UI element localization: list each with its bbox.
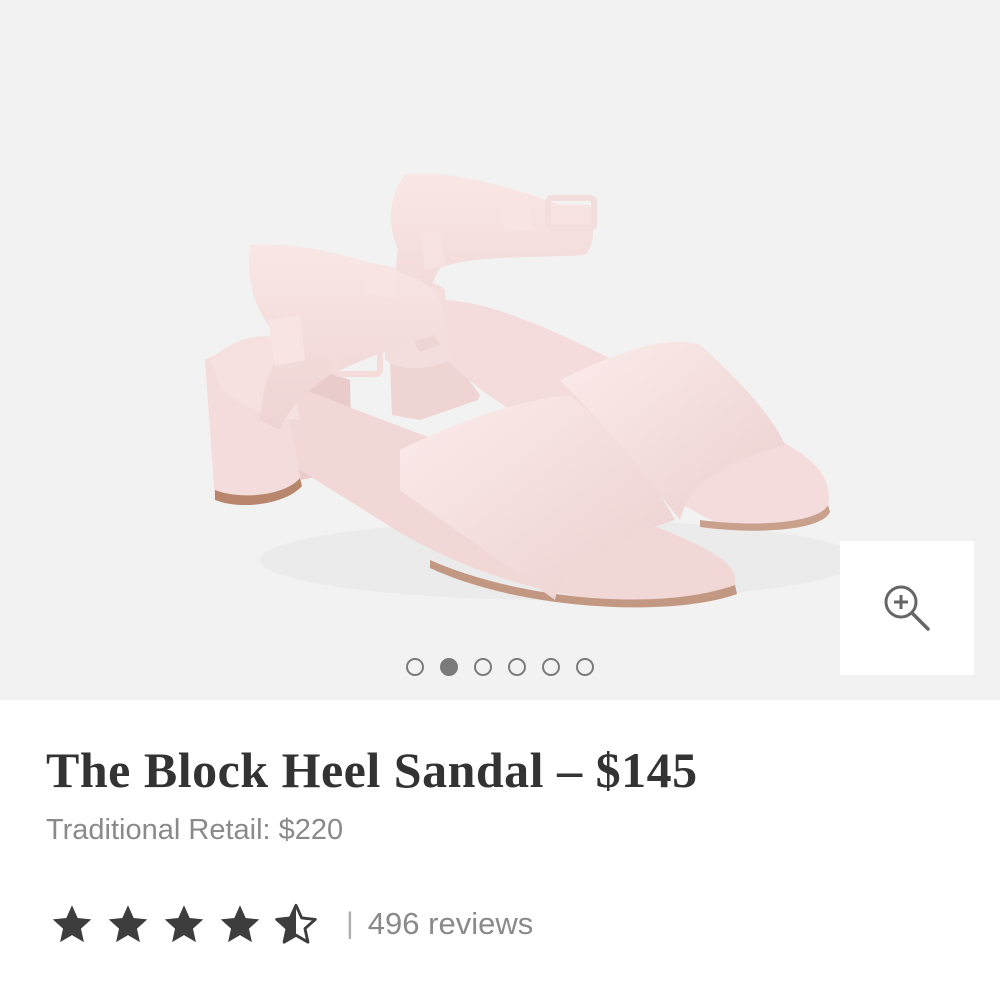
carousel-dots xyxy=(0,658,1000,676)
carousel-dot-4[interactable] xyxy=(508,658,526,676)
rating-row: | 496 reviews xyxy=(50,902,533,946)
star-full-icon xyxy=(108,905,148,943)
carousel-dot-6[interactable] xyxy=(576,658,594,676)
traditional-retail-price: Traditional Retail: $220 xyxy=(46,814,344,846)
carousel-dot-1[interactable] xyxy=(406,658,424,676)
product-gallery[interactable] xyxy=(0,0,1000,700)
carousel-dot-3[interactable] xyxy=(474,658,492,676)
star-half-icon xyxy=(275,903,317,944)
review-count-link[interactable]: 496 reviews xyxy=(368,906,533,942)
product-page: The Block Heel Sandal – $145 Traditional… xyxy=(0,0,1000,1000)
carousel-dot-2-active[interactable] xyxy=(440,658,458,676)
star-full-icon xyxy=(164,905,204,943)
zoom-in-icon xyxy=(884,585,930,631)
star-full-icon xyxy=(52,905,92,943)
star-full-icon xyxy=(220,905,260,943)
star-rating[interactable] xyxy=(50,902,318,946)
zoom-button[interactable] xyxy=(840,541,974,675)
product-info: The Block Heel Sandal – $145 Traditional… xyxy=(46,740,966,847)
carousel-dot-5[interactable] xyxy=(542,658,560,676)
rating-divider: | xyxy=(346,907,354,940)
product-title: The Block Heel Sandal – $145 xyxy=(46,742,698,798)
